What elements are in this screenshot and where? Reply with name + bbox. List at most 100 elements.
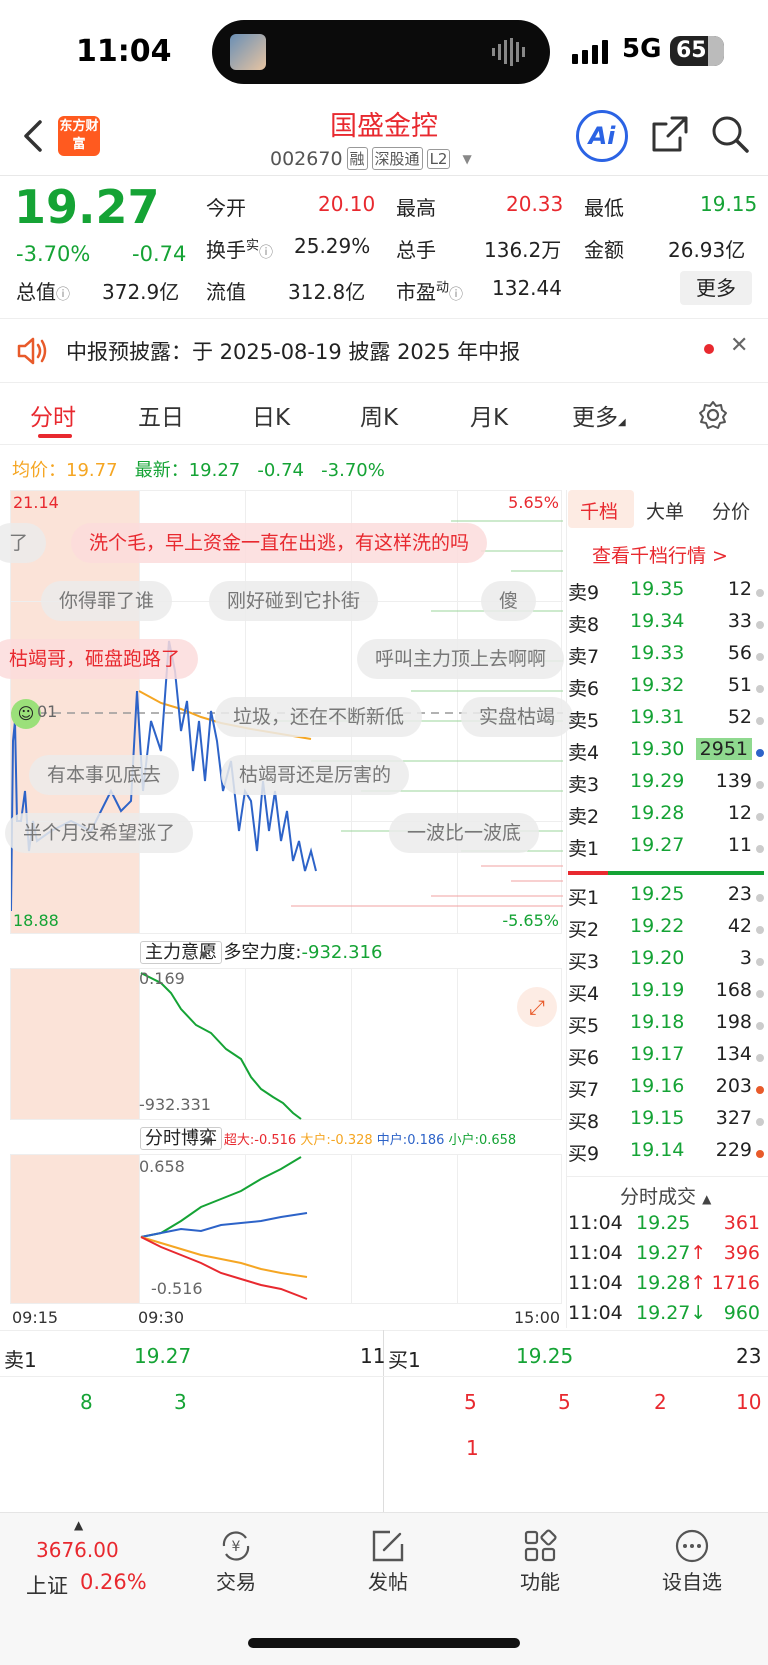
ask-row[interactable]: 卖9 19.35 12 [568,578,764,608]
ask-volume: 12 [727,578,752,600]
danmu-bubble[interactable]: 了 [0,523,47,563]
tick-price: 19.28↑ [636,1272,707,1294]
ob-tab-price[interactable]: 分价 [712,497,750,524]
ask-level-label: 卖2 [568,806,600,828]
nav-watchlist[interactable]: 设自选 [642,1566,742,1595]
queue-ask-label: 卖1 [4,1348,37,1372]
bid-row[interactable]: 买4 19.19 168 [568,979,764,1009]
bid-row[interactable]: 买6 19.17 134 [568,1043,764,1073]
bid-level-label: 买7 [568,1079,600,1101]
ask-row[interactable]: 卖2 19.28 12 [568,802,764,832]
bid-row[interactable]: 买3 19.20 3 [568,947,764,977]
danmu-bubble[interactable]: 你得罪了谁 [41,581,173,621]
bid-price: 19.19 [630,979,685,1001]
status-dot [756,813,764,821]
tick-volume: 960 [723,1302,760,1324]
bid-row[interactable]: 买8 19.15 327 [568,1107,764,1137]
status-dot [756,1086,764,1094]
ob-tab-depth[interactable]: 千档 [580,497,618,524]
y-min-label: 18.88 [13,911,59,930]
nav-trade[interactable]: 交易 [186,1566,286,1595]
tab-weekly[interactable]: 周K [360,398,398,432]
nav-functions[interactable]: 功能 [490,1566,590,1595]
queue-ask-vol: 11 [360,1344,386,1368]
game-top-label: 0.658 [139,1157,185,1176]
danmu-bubble[interactable]: 刚好碰到它扑街 [209,581,379,621]
ask-row[interactable]: 卖5 19.31 52 [568,706,764,736]
danmu-bubble[interactable]: 枯竭哥，砸盘跑路了 [0,639,199,679]
ticks-header[interactable]: 分时成交 ▲ [620,1182,711,1209]
main-force-chart[interactable]: 0.169 -932.331 ⤢ [10,968,562,1120]
search-icon[interactable] [710,114,750,154]
mf-bottom-label: -932.331 [139,1095,211,1114]
ask-row[interactable]: 卖7 19.33 56 [568,642,764,672]
grid-icon[interactable] [522,1528,558,1564]
danmu-bubble[interactable]: 半个月没希望涨了 [5,813,194,853]
ask-level-label: 卖6 [568,678,600,700]
audio-wave-icon [492,38,525,66]
index-name[interactable]: 上证 [26,1570,68,1600]
ask-row[interactable]: 卖4 19.30 2951 [568,738,764,768]
danmu-bubble[interactable]: 实盘枯竭 [461,697,574,737]
more-button[interactable]: 更多 [680,271,752,305]
queue-bid-order: 5 [464,1390,477,1414]
tab-daily[interactable]: 日K [252,398,290,432]
ai-button[interactable]: Ai [576,110,628,162]
nav-post[interactable]: 发帖 [338,1566,438,1595]
tab-underline [38,434,72,438]
pe-value: 132.44 [492,276,562,300]
depth-link[interactable]: 查看千档行情 > [592,541,728,568]
more-dots-icon[interactable] [674,1528,710,1564]
tick-time: 11:04 [568,1212,623,1234]
divider [0,1330,768,1331]
danmu-bubble[interactable]: 傻 [481,581,537,621]
main-force-select[interactable]: 主力意愿 [140,941,222,964]
queue-ask-price: 19.27 [134,1344,192,1368]
ask-volume: 33 [727,610,752,632]
expand-icon[interactable]: ⤢ [517,987,557,1027]
bid-row[interactable]: 买2 19.22 42 [568,915,764,945]
game-chart[interactable]: 0.658 -0.516 [10,1154,562,1304]
ref-price-label: 01 [37,702,58,721]
share-icon[interactable] [650,114,690,154]
danmu-bubble[interactable]: 垃圾，还在不断新低 [215,697,423,737]
stock-code-row[interactable]: 002670 融 深股通 L2 ▼ [270,147,472,170]
trade-icon[interactable]: ¥ [218,1528,254,1564]
bid-row[interactable]: 买9 19.14 229 [568,1139,764,1169]
index-value[interactable]: 3676.00 [36,1538,119,1562]
game-header[interactable]: 分时博弈▼ 超大:-0.516 大户:-0.328 中户:0.186 小户:0.… [140,1124,516,1150]
bid-row[interactable]: 买5 19.18 198 [568,1011,764,1041]
danmu-bubble[interactable]: 一波比一波底 [389,813,540,853]
tab-intraday[interactable]: 分时 [30,398,76,432]
main-force-header[interactable]: 主力意愿▼ 多空力度:-932.316 [140,938,382,964]
status-dot [756,894,764,902]
notice-text[interactable]: 中报预披露：于 2025-08-19 披露 2025 年中报 [66,336,520,366]
gear-icon[interactable] [698,400,728,430]
danmu-bubble[interactable]: 有本事见底去 [29,755,180,795]
ask-row[interactable]: 卖3 19.29 139 [568,770,764,800]
ask-row[interactable]: 卖1 19.27 11 [568,834,764,864]
tab-monthly[interactable]: 月K [470,398,508,432]
tab-5day[interactable]: 五日 [138,398,184,432]
bid-row[interactable]: 买1 19.25 23 [568,883,764,913]
tab-more[interactable]: 更多◢ [572,398,626,432]
index-pct[interactable]: 0.26% [80,1570,147,1594]
ask-row[interactable]: 卖6 19.32 51 [568,674,764,704]
status-dot [756,1150,764,1158]
danmu-bubble[interactable]: 呼叫主力顶上去啊啊 [357,639,565,679]
ask-row[interactable]: 卖8 19.34 33 [568,610,764,640]
danmu-bubble[interactable]: 枯竭哥还是厉害的 [221,755,410,795]
price-chart[interactable]: 了 洗个毛，早上资金一直在出逃，有这样洗的吗 你得罪了谁 刚好碰到它扑街 傻 枯… [0,490,574,934]
ob-tab-large[interactable]: 大单 [646,497,684,524]
danmu-bubble[interactable]: 洗个毛，早上资金一直在出逃，有这样洗的吗 [71,523,488,563]
game-bottom-label: -0.516 [151,1279,203,1298]
edit-icon[interactable] [370,1528,406,1564]
ask-volume: 12 [727,802,752,824]
close-icon[interactable]: ✕ [730,333,748,358]
bid-row[interactable]: 买7 19.16 203 [568,1075,764,1105]
pct-min-label: -5.65% [502,911,559,930]
bid-volume: 229 [715,1139,752,1161]
divider [0,318,768,319]
svg-text:¥: ¥ [232,1539,241,1555]
open-label: 今开 [206,196,246,220]
